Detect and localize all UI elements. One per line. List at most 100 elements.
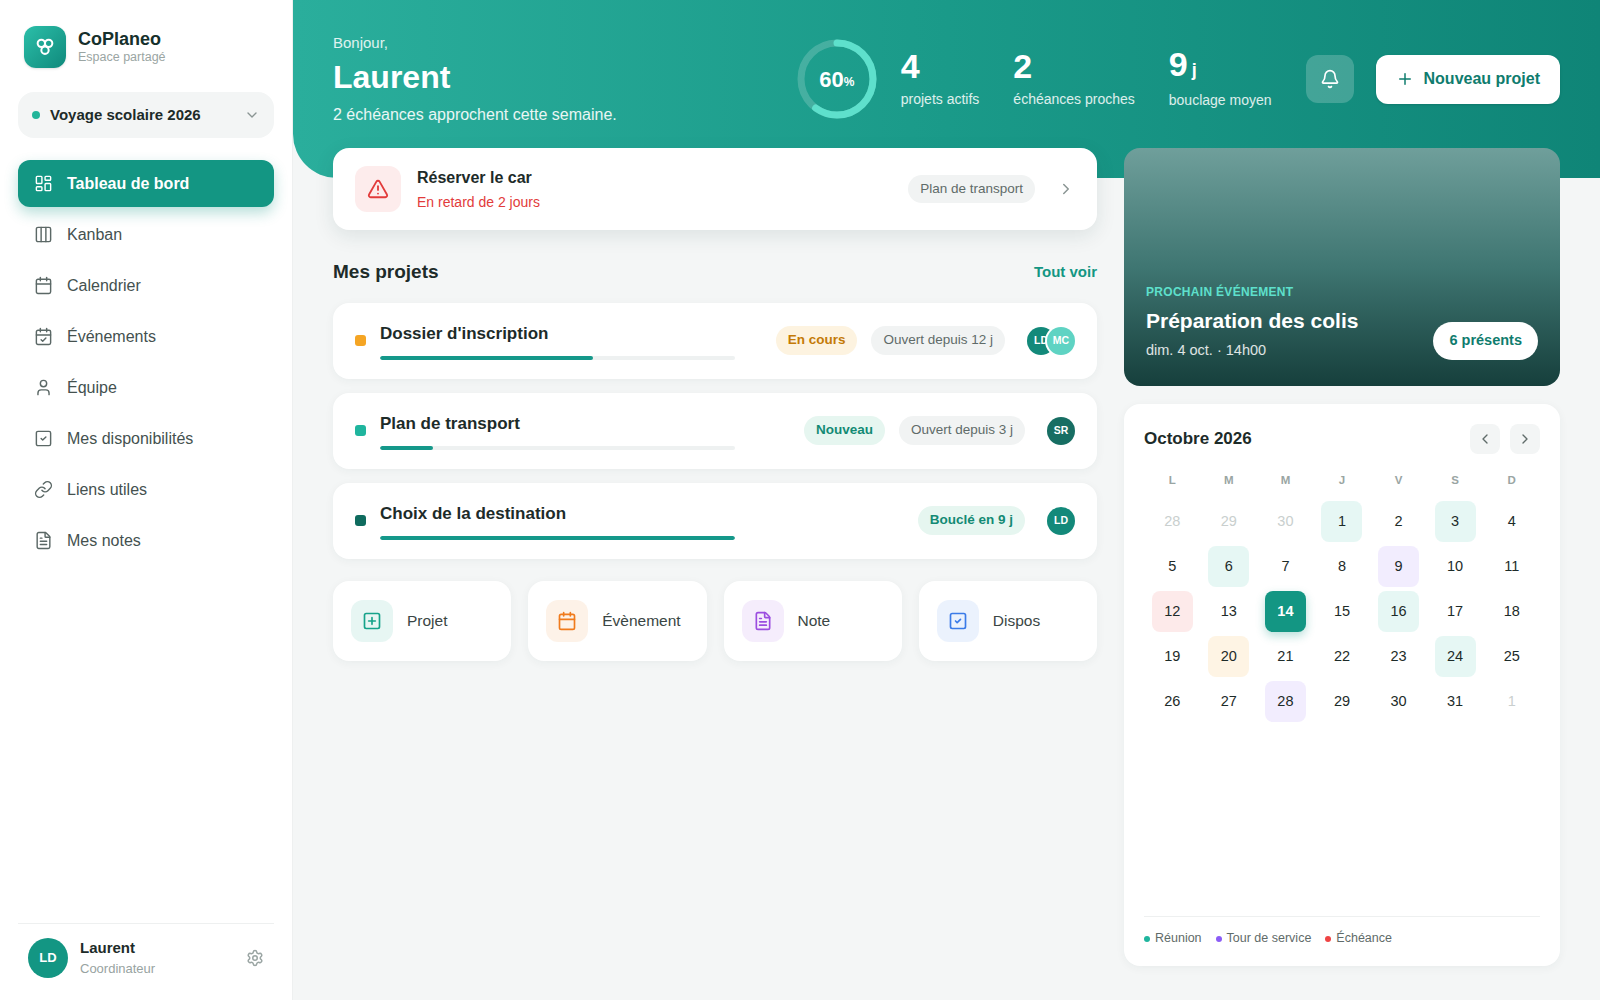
quick-action[interactable]: Dispos [919,581,1097,661]
project-row[interactable]: Choix de la destinationBouclé en 9 jLD [333,483,1097,559]
calendar-day[interactable]: 1 [1491,681,1532,722]
calendar-day[interactable]: 3 [1435,501,1476,542]
plus-icon [1396,70,1414,88]
calendar-day[interactable]: 9 [1378,546,1419,587]
quick-actions: ProjetÉvènement Note Dispos [333,581,1097,661]
calendar-day[interactable]: 29 [1321,681,1362,722]
sidebar-item[interactable]: Équipe [18,364,274,411]
calendar-day[interactable]: 28 [1265,681,1306,722]
project-members: SR [1047,417,1075,445]
calendar-day[interactable]: 10 [1435,546,1476,587]
sidebar-item[interactable]: Mes disponibilités [18,415,274,462]
project-row[interactable]: Plan de transportNouveauOuvert depuis 3 … [333,393,1097,469]
calendar-day[interactable]: 5 [1152,546,1193,587]
action-icon [753,611,773,631]
nav-icon [34,429,53,448]
nav-icon [34,225,53,244]
project-age: Ouvert depuis 3 j [899,416,1025,444]
sidebar-item-label: Équipe [67,376,117,400]
weekday: V [1370,472,1427,489]
calendar-day[interactable]: 29 [1208,501,1249,542]
sidebar-item-label: Mes notes [67,529,141,553]
calendar-day[interactable]: 31 [1435,681,1476,722]
calendar-day[interactable]: 6 [1208,546,1249,587]
settings-button[interactable] [242,945,268,971]
legend-item: Tour de service [1216,929,1312,948]
projects-title: Mes projets [333,258,439,287]
calendar-day[interactable]: 30 [1378,681,1419,722]
user-role: Coordinateur [80,961,230,977]
next-month-button[interactable] [1510,424,1540,454]
member-avatar: SR [1047,417,1075,445]
sidebar-item[interactable]: Événements [18,313,274,360]
new-project-button[interactable]: Nouveau projet [1376,55,1560,104]
sidebar-item[interactable]: Liens utiles [18,466,274,513]
quick-action-icon-box [937,600,979,642]
stat: 2échéances proches [1013,49,1134,110]
calendar-day[interactable]: 15 [1321,591,1362,632]
workspace-selector[interactable]: Voyage scolaire 2026 [18,92,274,138]
sidebar-item-label: Kanban [67,223,122,247]
calendar-day[interactable]: 23 [1378,636,1419,677]
calendar-day[interactable]: 17 [1435,591,1476,632]
quick-action[interactable]: Évènement [528,581,706,661]
calendar-weekdays: LMMJVSD [1144,472,1540,489]
brand: CoPlaneoEspace partagé [18,0,274,68]
calendar-day[interactable]: 26 [1152,681,1193,722]
calendar-day[interactable]: 25 [1491,636,1532,677]
calendar-day[interactable]: 30 [1265,501,1306,542]
calendar-day[interactable]: 16 [1378,591,1419,632]
weekday: M [1201,472,1258,489]
progress-ring: 60% [795,37,879,121]
quick-action[interactable]: Note [724,581,902,661]
calendar-day[interactable]: 12 [1152,591,1193,632]
calendar-day[interactable]: 13 [1208,591,1249,632]
weekday: S [1427,472,1484,489]
calendar-day[interactable]: 18 [1491,591,1532,632]
project-status: En cours [776,326,858,354]
calendar-day[interactable]: 1 [1321,501,1362,542]
project-dot [355,335,366,346]
quick-action[interactable]: Projet [333,581,511,661]
sidebar-item-label: Événements [67,325,156,349]
project-progress-track [380,536,735,540]
progress-unit: % [844,73,855,91]
calendar-day[interactable]: 20 [1208,636,1249,677]
alert-card[interactable]: Réserver le carEn retard de 2 joursPlan … [333,148,1097,230]
stat-label: échéances proches [1013,89,1134,110]
calendar-day[interactable]: 8 [1321,546,1362,587]
calendar-day[interactable]: 22 [1321,636,1362,677]
prev-month-button[interactable] [1470,424,1500,454]
event-card[interactable]: PROCHAIN ÉVÉNEMENTPréparation des colisd… [1124,148,1560,386]
calendar-day[interactable]: 7 [1265,546,1306,587]
quick-action-label: Note [798,609,831,632]
calendar-day[interactable]: 11 [1491,546,1532,587]
calendar-day[interactable]: 28 [1152,501,1193,542]
project-age: Ouvert depuis 12 j [871,326,1005,354]
stat-value: 9 [1169,47,1188,81]
sidebar-item-label: Liens utiles [67,478,147,502]
calendar-day[interactable]: 27 [1208,681,1249,722]
calendar-grid: 2829301234567891011121314151617181920212… [1144,501,1540,722]
warning-icon [367,178,389,200]
stat-label: bouclage moyen [1169,90,1272,111]
progress-value: 60 [819,63,843,96]
sidebar-item[interactable]: Calendrier [18,262,274,309]
calendar-day[interactable]: 24 [1435,636,1476,677]
calendar-day[interactable]: 14 [1265,591,1306,632]
notifications-button[interactable] [1306,55,1354,103]
calendar-day[interactable]: 2 [1378,501,1419,542]
sidebar-item[interactable]: Tableau de bord [18,160,274,207]
calendar-day[interactable]: 19 [1152,636,1193,677]
nav-icon [34,174,53,193]
action-icon [362,611,382,631]
sidebar-item[interactable]: Mes notes [18,517,274,564]
see-all-link[interactable]: Tout voir [1034,261,1097,284]
calendar-day[interactable]: 21 [1265,636,1306,677]
chevron-left-icon [1477,431,1493,447]
calendar-day[interactable]: 4 [1491,501,1532,542]
sidebar-item[interactable]: Kanban [18,211,274,258]
project-status: Bouclé en 9 j [918,506,1025,534]
project-row[interactable]: Dossier d'inscriptionEn coursOuvert depu… [333,303,1097,379]
member-avatar: LD [1047,507,1075,535]
